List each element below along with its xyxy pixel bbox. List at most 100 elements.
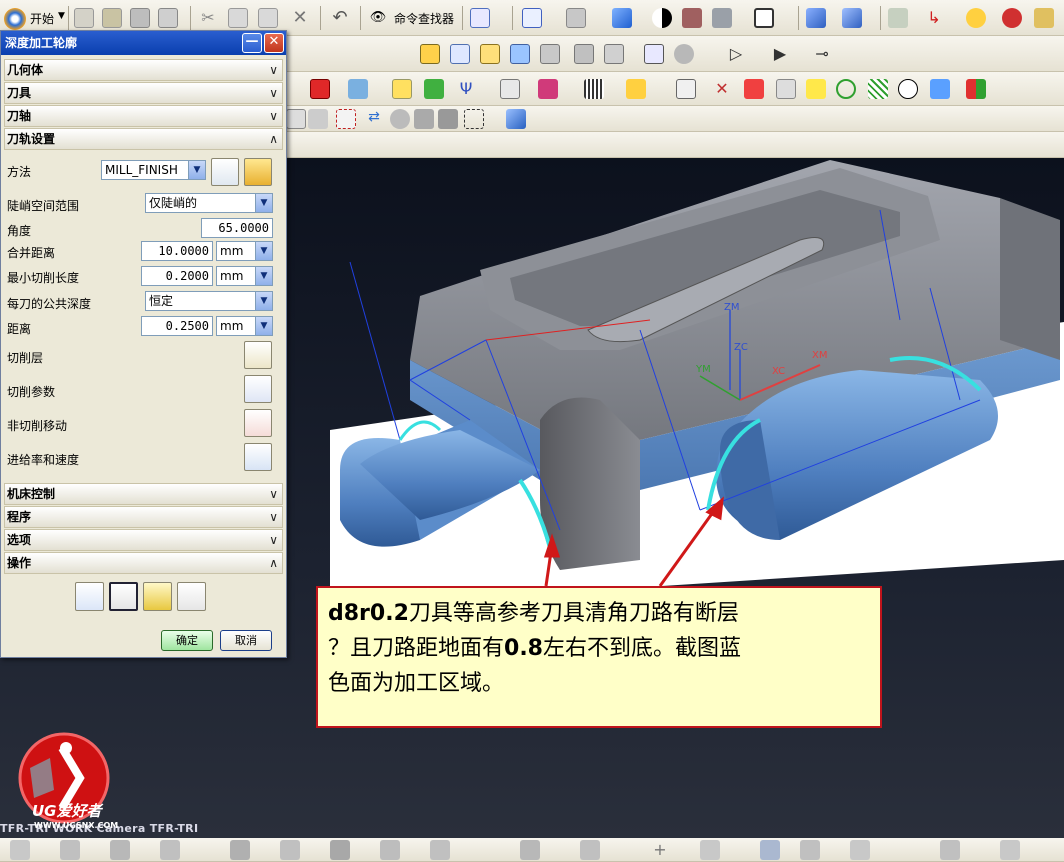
section-tool[interactable]: 刀具 ∨	[4, 82, 283, 104]
axis-arrows-icon[interactable]	[676, 79, 696, 99]
machine-icon[interactable]	[674, 44, 694, 64]
verify-icon[interactable]	[480, 44, 500, 64]
measure-icon[interactable]	[850, 840, 870, 860]
datum-icon[interactable]	[842, 8, 862, 28]
wcs-icon[interactable]	[806, 8, 826, 28]
quadrant-icon[interactable]	[230, 840, 250, 860]
open-file-icon[interactable]	[102, 8, 122, 28]
selection-icon[interactable]	[470, 8, 490, 28]
render-mode-icon[interactable]	[652, 8, 672, 28]
verify-icon[interactable]	[143, 582, 172, 611]
curve-icon[interactable]	[380, 840, 400, 860]
chevron-down-icon[interactable]: ∨	[269, 106, 278, 126]
tool-display-icon[interactable]: ⊸	[812, 44, 832, 64]
replay-icon[interactable]	[109, 582, 138, 611]
report-icon[interactable]	[644, 44, 664, 64]
steep-range-combo[interactable]: 仅陡峭的 ▼	[145, 193, 273, 213]
section-path-settings[interactable]: 刀轨设置 ∧	[4, 128, 283, 150]
start-menu-label[interactable]: 开始	[30, 10, 54, 27]
solid-filter-icon[interactable]	[390, 109, 410, 129]
play-path-icon[interactable]: ▷	[726, 44, 746, 64]
step-path-icon[interactable]: ▶	[770, 44, 790, 64]
midpoint-icon[interactable]	[110, 840, 130, 860]
table-icon[interactable]	[604, 44, 624, 64]
chevron-down-icon[interactable]: ∨	[269, 484, 278, 504]
face-filter-icon[interactable]	[438, 109, 458, 129]
distance-unit-combo[interactable]: mm ▼	[216, 316, 273, 336]
generate-icon[interactable]	[75, 582, 104, 611]
command-finder-label[interactable]: 命令查找器	[394, 10, 454, 27]
chevron-down-icon[interactable]: ▼	[255, 242, 272, 260]
chevron-down-icon[interactable]: ▼	[255, 317, 272, 335]
cavity-icon[interactable]	[424, 79, 444, 99]
curve-filter-icon[interactable]	[414, 109, 434, 129]
section-geometry[interactable]: 几何体 ∨	[4, 59, 283, 81]
help-icon[interactable]	[1000, 840, 1020, 860]
angle-input[interactable]: 65.0000	[201, 218, 273, 238]
collision-icon[interactable]	[836, 79, 856, 99]
drill-icon[interactable]	[538, 79, 558, 99]
pan-icon[interactable]	[566, 8, 586, 28]
delete-icon[interactable]: ✕	[290, 8, 310, 28]
mold-icon[interactable]	[348, 79, 368, 99]
new-file-icon[interactable]	[74, 8, 94, 28]
chevron-down-icon[interactable]: ∨	[269, 507, 278, 527]
chevron-down-icon[interactable]: ∨	[269, 60, 278, 80]
print-icon[interactable]	[158, 8, 178, 28]
grid-icon[interactable]	[584, 79, 604, 99]
boundary-icon[interactable]	[392, 79, 412, 99]
datum-point-icon[interactable]	[430, 840, 450, 860]
zlevel-icon[interactable]: Ψ	[456, 79, 476, 99]
chevron-up-icon[interactable]: ∧	[269, 553, 278, 573]
face-icon[interactable]	[330, 840, 350, 860]
csys-icon[interactable]: ↳	[924, 8, 944, 28]
copy-icon[interactable]	[228, 8, 248, 28]
chevron-down-icon[interactable]: ∨	[269, 530, 278, 550]
chevron-down-icon[interactable]: ▼	[58, 11, 65, 21]
background-icon[interactable]	[754, 8, 774, 28]
chevron-down-icon[interactable]: ▼	[255, 267, 272, 285]
layer-icon[interactable]	[888, 8, 908, 28]
create-operation-icon[interactable]	[420, 44, 440, 64]
list-icon[interactable]	[177, 582, 206, 611]
display-path-icon[interactable]	[744, 79, 764, 99]
fixed-axis-icon[interactable]	[500, 79, 520, 99]
section-view-icon[interactable]	[682, 8, 702, 28]
list-icon[interactable]	[574, 44, 594, 64]
merge-unit-combo[interactable]: mm ▼	[216, 241, 273, 261]
filter-icon[interactable]	[308, 109, 328, 129]
chevron-down-icon[interactable]: ∨	[269, 83, 278, 103]
crosshair-icon[interactable]: +	[650, 840, 670, 860]
generate-path-icon[interactable]	[450, 44, 470, 64]
chevron-down-icon[interactable]: ▼	[255, 292, 272, 310]
feeds-speeds-button[interactable]	[244, 443, 272, 471]
hatch-icon[interactable]	[868, 79, 888, 99]
section-tool-axis[interactable]: 刀轴 ∨	[4, 105, 283, 127]
section-options[interactable]: 选项 ∨	[4, 529, 283, 551]
command-finder-icon[interactable]: 👁	[368, 8, 388, 28]
section-actions[interactable]: 操作 ∧	[4, 552, 283, 574]
snap-point-icon[interactable]	[10, 840, 30, 860]
rect-select-icon[interactable]	[464, 109, 484, 129]
save-icon[interactable]	[130, 8, 150, 28]
endpoint-icon[interactable]	[60, 840, 80, 860]
close-icon[interactable]: ✕	[264, 33, 284, 53]
angle-icon[interactable]	[700, 840, 720, 860]
section-machine-control[interactable]: 机床控制 ∨	[4, 483, 283, 505]
intersect-icon[interactable]	[280, 840, 300, 860]
block-icon[interactable]	[310, 79, 330, 99]
section-program[interactable]: 程序 ∨	[4, 506, 283, 528]
dialog-title-bar[interactable]: 深度加工轮廓 — ✕	[1, 31, 286, 55]
info-icon[interactable]	[1002, 8, 1022, 28]
paste-icon[interactable]	[258, 8, 278, 28]
center-icon[interactable]	[160, 840, 180, 860]
ok-button[interactable]: 确定	[161, 630, 213, 651]
cut-icon[interactable]: ✂	[198, 8, 218, 28]
non-cutting-button[interactable]	[244, 409, 272, 437]
merge-distance-input[interactable]: 10.0000	[141, 241, 213, 261]
post-process-icon[interactable]	[510, 44, 530, 64]
method-edit-button[interactable]	[211, 158, 239, 186]
min-cut-length-input[interactable]: 0.2000	[141, 266, 213, 286]
assembly-icon[interactable]	[800, 840, 820, 860]
chevron-down-icon[interactable]: ▼	[188, 161, 205, 179]
